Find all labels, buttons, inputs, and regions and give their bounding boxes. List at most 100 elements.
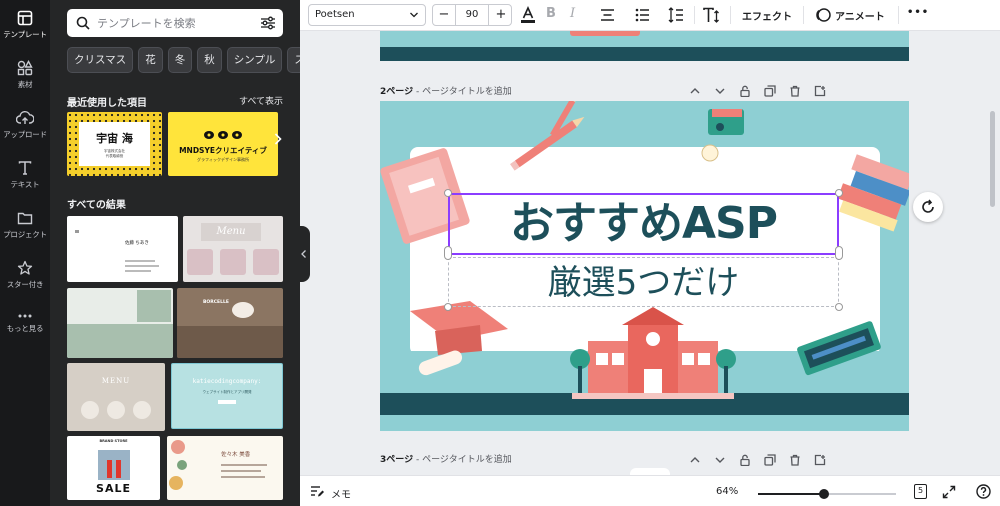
resize-handle[interactable]	[444, 303, 452, 311]
fullscreen-icon[interactable]	[942, 485, 956, 499]
lock-page-button[interactable]	[739, 82, 751, 101]
rail-item-uploads[interactable]: アップロード	[0, 110, 50, 140]
search-box[interactable]	[67, 9, 283, 37]
chip[interactable]: シンプル	[226, 47, 283, 73]
editor-toolbar: Poetsen − 90 + B I エフェクト アニメート •••	[300, 0, 1000, 31]
search-icon	[76, 16, 90, 30]
search-input[interactable]	[97, 13, 247, 33]
slide-page-2[interactable]: おすすめASP 厳選5つだけ	[380, 101, 909, 431]
more-options-button[interactable]: •••	[907, 7, 929, 18]
move-down-button[interactable]	[714, 82, 726, 101]
decor	[75, 230, 79, 233]
rail-label: 素材	[17, 80, 33, 89]
chip[interactable]: ス	[287, 47, 300, 73]
template-thumbnail[interactable]: Menu	[183, 216, 283, 282]
notes-icon[interactable]	[310, 485, 324, 498]
rail-item-elements[interactable]: 素材	[0, 60, 50, 90]
zoom-slider-fill	[758, 493, 825, 495]
chip[interactable]: 花	[138, 47, 163, 73]
move-down-button[interactable]	[714, 451, 726, 470]
collapse-panel-button[interactable]	[298, 226, 310, 282]
resize-handle[interactable]	[444, 246, 452, 260]
template-thumbnail[interactable]	[67, 288, 173, 358]
page-1-bottom[interactable]	[380, 31, 909, 47]
bold-button[interactable]: B	[546, 6, 556, 21]
title-text-box[interactable]: おすすめASP	[448, 193, 839, 255]
template-title: katiecodingcompany:	[192, 378, 262, 385]
add-page-button[interactable]	[814, 82, 826, 101]
recent-template-card[interactable]: 宇宙 海 宇宙株式会社 代表取締役	[67, 112, 162, 176]
duplicate-icon	[764, 85, 776, 97]
lock-icon	[740, 454, 750, 467]
lock-page-button[interactable]	[739, 451, 751, 470]
photo-decor	[98, 450, 130, 480]
lock-icon	[740, 85, 750, 98]
star-icon	[17, 260, 33, 275]
font-family-select[interactable]: Poetsen	[308, 4, 426, 26]
rail-item-text[interactable]: テキスト	[0, 160, 50, 190]
delete-page-button[interactable]	[789, 451, 801, 470]
subtitle-text-box[interactable]: 厳選5つだけ	[448, 257, 839, 307]
template-thumbnail[interactable]: MENU	[67, 363, 165, 431]
move-up-button[interactable]	[689, 451, 701, 470]
animate-button[interactable]: アニメート	[835, 8, 885, 23]
delete-page-button[interactable]	[789, 82, 801, 101]
bullet-list-icon[interactable]	[635, 8, 650, 22]
page-2-label[interactable]: 2ページ - ページタイトルを追加	[380, 84, 512, 97]
font-size-stepper: − 90 +	[432, 4, 512, 26]
font-size-value[interactable]: 90	[455, 5, 489, 25]
template-thumbnail[interactable]: 佐藤 ちあき	[67, 216, 178, 282]
tile	[187, 249, 213, 275]
help-icon[interactable]	[976, 484, 991, 499]
decor	[221, 476, 265, 478]
results-heading: すべての結果	[67, 200, 126, 211]
trash-icon	[790, 85, 800, 97]
template-thumbnail[interactable]: 佐々木 美香	[167, 436, 283, 500]
italic-button[interactable]: I	[570, 6, 575, 21]
resize-handle[interactable]	[835, 246, 843, 260]
text-size-icon[interactable]	[703, 7, 721, 24]
button-decor	[218, 400, 236, 404]
chip[interactable]: クリスマス	[67, 47, 134, 73]
vertical-scrollbar[interactable]	[990, 111, 995, 207]
template-title: BORCELLE	[203, 300, 229, 305]
duplicate-page-button[interactable]	[764, 451, 776, 470]
flower-decor	[169, 476, 183, 490]
template-thumbnail[interactable]: BORCELLE	[177, 288, 283, 358]
chip[interactable]: 秋	[197, 47, 222, 73]
move-up-button[interactable]	[689, 82, 701, 101]
template-name: 佐藤 ちあき	[125, 241, 149, 246]
line-spacing-icon[interactable]	[668, 7, 684, 23]
animate-icon[interactable]	[815, 7, 831, 23]
filter-icon[interactable]	[260, 15, 276, 31]
align-center-icon[interactable]	[600, 8, 615, 22]
see-all-link[interactable]: すべて表示	[239, 94, 283, 107]
resize-handle[interactable]	[835, 303, 843, 311]
template-thumbnail[interactable]: katiecodingcompany: ウェブサイト制作とアプリ開発	[171, 363, 283, 429]
duplicate-page-button[interactable]	[764, 82, 776, 101]
expand-pages-button[interactable]	[630, 468, 670, 475]
increase-size-button[interactable]: +	[490, 5, 512, 25]
add-page-button[interactable]	[814, 451, 826, 470]
resize-handle[interactable]	[835, 189, 843, 197]
page-count-button[interactable]: 5	[914, 484, 927, 499]
rail-item-starred[interactable]: スター付き	[0, 260, 50, 290]
rail-item-templates[interactable]: テンプレート	[0, 10, 50, 40]
zoom-level[interactable]: 64%	[716, 486, 738, 497]
chip[interactable]: 冬	[167, 47, 193, 73]
effects-button[interactable]: エフェクト	[742, 8, 792, 23]
upload-icon	[16, 110, 34, 124]
resize-handle[interactable]	[444, 189, 452, 197]
zoom-slider-knob[interactable]	[819, 489, 830, 499]
text-color-icon[interactable]	[520, 6, 536, 24]
page-3-label[interactable]: 3ページ - ページタイトルを追加	[380, 452, 512, 465]
recent-template-card[interactable]: MNDSYEクリエイティブ グラフィックデザイン事務所	[168, 112, 278, 176]
rail-item-more[interactable]: もっと見る	[0, 312, 50, 334]
page-number: 3ページ	[380, 455, 414, 465]
next-arrow-button[interactable]	[274, 133, 282, 149]
template-thumbnail[interactable]: BRAND STORE SALE	[67, 436, 160, 500]
rotate-button[interactable]	[913, 192, 943, 222]
decrease-size-button[interactable]: −	[433, 5, 455, 25]
rail-item-projects[interactable]: プロジェクト	[0, 210, 50, 240]
notes-button[interactable]: メモ	[331, 486, 351, 501]
